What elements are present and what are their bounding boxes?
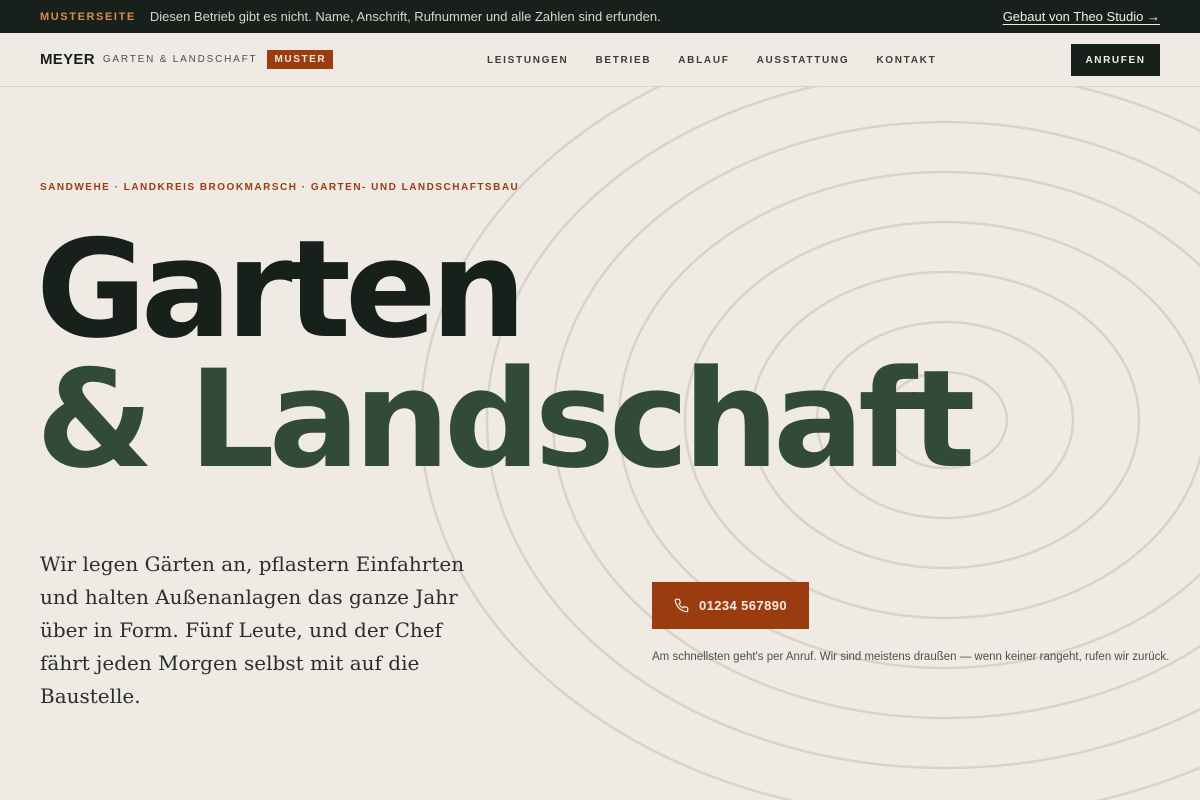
phone-number-label: 01234 567890 bbox=[699, 598, 787, 613]
brand-name: MEYER bbox=[40, 51, 95, 68]
call-button[interactable]: ANRUFEN bbox=[1071, 44, 1160, 76]
hero-eyebrow: SANDWEHE · LANDKREIS BROOKMARSCH · GARTE… bbox=[40, 182, 520, 193]
notice-tag: MUSTERSEITE bbox=[40, 10, 136, 23]
nav-item-kontakt[interactable]: KONTAKT bbox=[876, 55, 936, 66]
brand-logo[interactable]: MEYER GARTEN & LANDSCHAFT MUSTER bbox=[40, 50, 334, 69]
call-hint-text: Am schnellsten geht's per Anruf. Wir sin… bbox=[652, 651, 1170, 663]
nav-item-leistungen[interactable]: LEISTUNGEN bbox=[487, 55, 568, 66]
site-header: MEYER GARTEN & LANDSCHAFT MUSTER LEISTUN… bbox=[0, 33, 1200, 87]
nav-item-ausstattung[interactable]: AUSSTATTUNG bbox=[757, 55, 850, 66]
notice-bar: MUSTERSEITE Diesen Betrieb gibt es nicht… bbox=[0, 0, 1200, 33]
brand-subtitle: GARTEN & LANDSCHAFT bbox=[102, 54, 258, 65]
studio-credit-link[interactable]: Gebaut von Theo Studio → bbox=[1003, 9, 1160, 24]
nav-item-ablauf[interactable]: ABLAUF bbox=[678, 55, 729, 66]
main-nav: LEISTUNGEN BETRIEB ABLAUF AUSSTATTUNG KO… bbox=[487, 33, 936, 87]
hero-lead-text: Wir legen Gärten an, pflastern Einfahrte… bbox=[40, 552, 465, 708]
hero-headline-line-2: & Landschaft bbox=[36, 341, 975, 498]
phone-icon bbox=[674, 598, 689, 613]
sample-badge: MUSTER bbox=[267, 50, 334, 69]
phone-call-button[interactable]: 01234 567890 bbox=[652, 582, 809, 629]
hero-headline-line-1: Garten bbox=[36, 211, 527, 368]
notice-text: Diesen Betrieb gibt es nicht. Name, Ansc… bbox=[149, 9, 661, 24]
nav-item-betrieb[interactable]: BETRIEB bbox=[595, 55, 651, 66]
